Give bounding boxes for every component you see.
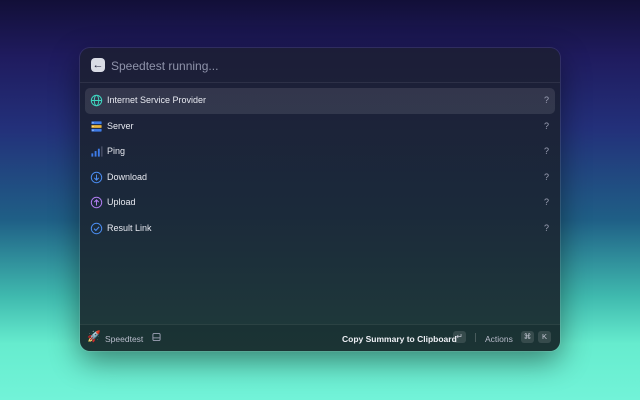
rocket-icon: 🚀 [87,331,101,343]
list-item-label: Download [107,171,148,182]
list-item-label: Server [107,120,134,131]
divider [475,333,476,342]
upload-icon [90,197,103,209]
list-item-accessory: ? [543,171,549,182]
raycast-window: ← Speedtest running... Internet Service … [80,48,560,351]
copy-summary-button[interactable]: Copy Summary to Clipboard [342,334,457,344]
list-item-accessory: ? [543,197,549,208]
extension-name: Speedtest [105,334,144,344]
list-item-result-link[interactable]: Result Link ? [85,216,555,242]
k-key: K [538,331,551,343]
back-button[interactable]: ← [91,58,105,72]
list-item-upload[interactable]: Upload ? [85,190,555,216]
command-key-icon: ⌘ [521,331,534,343]
list-item-label: Ping [107,146,126,157]
result-list: Internet Service Provider ? Server ? Pin… [80,83,560,242]
list-item-accessory: ? [543,95,549,105]
actions-button[interactable]: Actions [485,334,513,344]
list-item-internet-service-provider[interactable]: Internet Service Provider ? [85,88,555,114]
search-bar: ← Speedtest running... [80,48,560,83]
list-item-accessory: ? [543,120,549,131]
list-item-download[interactable]: Download ? [85,165,555,191]
action-bar: 🚀 Speedtest Copy Summary to Clipboard ↵ … [80,324,560,351]
list-item-ping[interactable]: Ping ? [85,139,555,165]
list-item-label: Internet Service Provider [107,95,207,105]
list-item-label: Upload [107,197,136,208]
download-icon [90,171,103,183]
globe-icon [90,94,103,107]
command-window-icon [152,332,161,342]
list-item-accessory: ? [543,146,549,157]
server-icon [91,120,102,132]
list-item-server[interactable]: Server ? [85,114,555,140]
list-item-label: Result Link [107,222,152,233]
enter-key-icon: ↵ [453,331,466,343]
list-item-accessory: ? [543,222,549,233]
search-input[interactable]: Speedtest running... [111,59,218,73]
check-circle-icon [90,222,103,235]
signal-bars-icon [91,146,103,157]
arrow-left-icon: ← [92,59,104,71]
